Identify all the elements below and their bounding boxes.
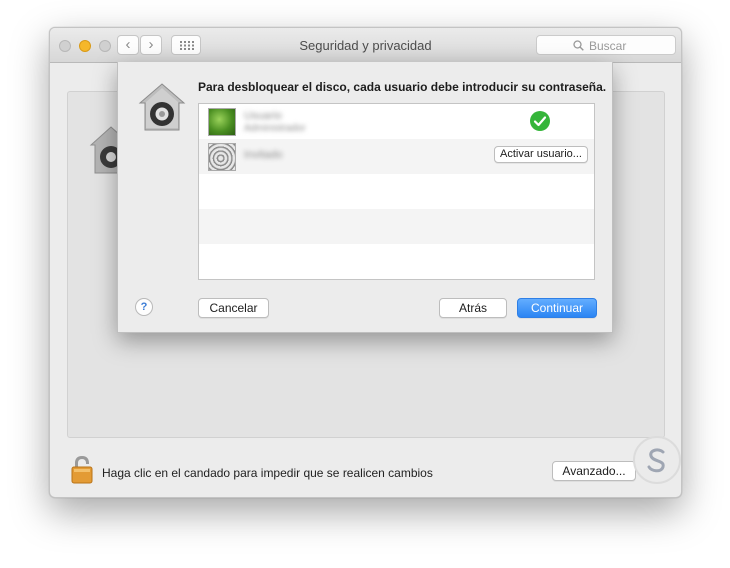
filevault-users-sheet: Para desbloquear el disco, cada usuario … bbox=[117, 62, 613, 333]
user-name: Usuario bbox=[244, 110, 282, 122]
empty-row bbox=[199, 244, 594, 279]
search-icon bbox=[573, 40, 584, 51]
lock-instruction-text: Haga clic en el candado para impedir que… bbox=[102, 466, 433, 480]
enable-user-button[interactable]: Activar usuario... bbox=[494, 146, 588, 163]
continue-button[interactable]: Continuar bbox=[517, 298, 597, 318]
user-list: Usuario Administrador Invitado Activar u… bbox=[198, 103, 595, 280]
empty-row bbox=[199, 209, 594, 244]
checkmark-icon bbox=[530, 111, 550, 131]
advanced-button[interactable]: Avanzado... bbox=[552, 461, 636, 481]
user-subtitle: Administrador bbox=[244, 123, 306, 134]
user-row[interactable]: Usuario Administrador bbox=[199, 104, 594, 139]
lock-icon[interactable] bbox=[69, 453, 95, 485]
help-button[interactable]: ? bbox=[135, 298, 153, 316]
watermark-s-icon bbox=[647, 448, 665, 473]
filevault-house-icon bbox=[138, 83, 186, 131]
watermark-logo bbox=[633, 436, 681, 484]
sheet-title: Para desbloquear el disco, cada usuario … bbox=[198, 80, 607, 94]
empty-row bbox=[199, 174, 594, 209]
cancel-button[interactable]: Cancelar bbox=[198, 298, 269, 318]
back-button[interactable]: Atrás bbox=[439, 298, 507, 318]
search-field[interactable]: Buscar bbox=[536, 35, 676, 55]
title-bar: ‹ › Seguridad y privacidad Buscar bbox=[50, 28, 681, 63]
user-name: Invitado bbox=[244, 149, 283, 161]
user-row[interactable]: Invitado Activar usuario... bbox=[199, 139, 594, 174]
user-avatar bbox=[208, 108, 236, 136]
search-placeholder: Buscar bbox=[589, 39, 627, 53]
user-avatar bbox=[208, 143, 236, 171]
